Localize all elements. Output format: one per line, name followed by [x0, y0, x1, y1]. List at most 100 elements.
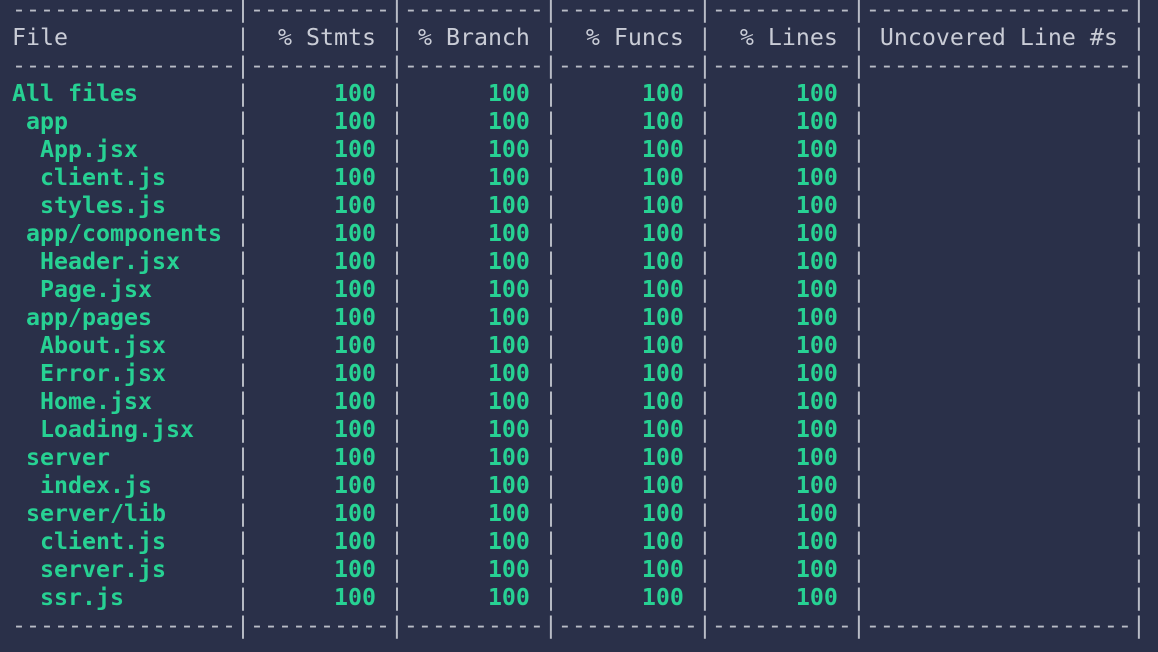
- column-divider: |: [235, 556, 250, 583]
- cell-lines: 100: [711, 500, 852, 527]
- cell-uncovered: [866, 80, 1132, 107]
- column-divider: |: [543, 388, 558, 415]
- cell-lines: 100: [711, 192, 852, 219]
- table-row: App.jsx | 100 | 100 | 100 | 100 | |: [12, 136, 1146, 164]
- column-divider: |: [851, 584, 866, 611]
- column-divider: |: [851, 556, 866, 583]
- cell-funcs: 100: [557, 220, 698, 247]
- cell-funcs: 100: [557, 164, 698, 191]
- column-divider: |: [851, 80, 866, 107]
- column-divider: |: [697, 136, 712, 163]
- column-divider: |: [697, 500, 712, 527]
- cell-stmts: 100: [249, 500, 390, 527]
- cell-file: server.js: [12, 556, 236, 583]
- cell-stmts: 100: [249, 444, 390, 471]
- cell-stmts: 100: [249, 472, 390, 499]
- cell-uncovered: [866, 248, 1132, 275]
- cell-stmts: 100: [249, 304, 390, 331]
- table-row: styles.js | 100 | 100 | 100 | 100 | |: [12, 192, 1146, 220]
- column-divider: |: [389, 416, 404, 443]
- column-divider: |: [697, 388, 712, 415]
- table-row: app/pages | 100 | 100 | 100 | 100 | |: [12, 304, 1146, 332]
- cell-stmts: 100: [249, 388, 390, 415]
- cell-funcs: 100: [557, 444, 698, 471]
- column-divider: |: [697, 220, 712, 247]
- cell-file: client.js: [12, 164, 236, 191]
- column-divider: |: [389, 192, 404, 219]
- cell-funcs: 100: [557, 556, 698, 583]
- column-divider: |: [1131, 444, 1146, 471]
- cell-branch: 100: [403, 472, 544, 499]
- column-divider: |: [697, 304, 712, 331]
- column-divider: |: [543, 304, 558, 331]
- header-funcs: % Funcs: [557, 24, 698, 51]
- column-divider: |: [851, 304, 866, 331]
- column-divider: |: [235, 192, 250, 219]
- column-divider: |: [235, 472, 250, 499]
- cell-lines: 100: [711, 332, 852, 359]
- column-divider: |: [543, 192, 558, 219]
- table-row: client.js | 100 | 100 | 100 | 100 | |: [12, 528, 1146, 556]
- cell-branch: 100: [403, 80, 544, 107]
- column-divider: |: [235, 220, 250, 247]
- cell-branch: 100: [403, 584, 544, 611]
- cell-stmts: 100: [249, 248, 390, 275]
- cell-lines: 100: [711, 220, 852, 247]
- column-divider: |: [389, 276, 404, 303]
- column-divider: |: [235, 388, 250, 415]
- column-divider: |: [851, 528, 866, 555]
- header-file: File: [12, 24, 236, 51]
- column-divider: |: [235, 248, 250, 275]
- table-header: File | % Stmts | % Branch | % Funcs | % …: [12, 24, 1146, 52]
- column-divider: |: [697, 556, 712, 583]
- table-row: server.js | 100 | 100 | 100 | 100 | |: [12, 556, 1146, 584]
- column-divider: |: [543, 164, 558, 191]
- column-divider: |: [1131, 472, 1146, 499]
- column-divider: |: [697, 332, 712, 359]
- column-divider: |: [697, 80, 712, 107]
- table-row: Page.jsx | 100 | 100 | 100 | 100 | |: [12, 276, 1146, 304]
- column-divider: |: [1131, 192, 1146, 219]
- table-row: Loading.jsx | 100 | 100 | 100 | 100 | |: [12, 416, 1146, 444]
- column-divider: |: [235, 444, 250, 471]
- column-divider: |: [543, 416, 558, 443]
- cell-uncovered: [866, 164, 1132, 191]
- column-divider: |: [851, 136, 866, 163]
- column-divider: |: [697, 164, 712, 191]
- cell-lines: 100: [711, 472, 852, 499]
- cell-branch: 100: [403, 304, 544, 331]
- column-divider: |: [235, 80, 250, 107]
- separator-line: ----------------|----------|----------|-…: [12, 0, 1146, 23]
- cell-branch: 100: [403, 108, 544, 135]
- cell-uncovered: [866, 108, 1132, 135]
- cell-branch: 100: [403, 192, 544, 219]
- cell-lines: 100: [711, 276, 852, 303]
- cell-uncovered: [866, 388, 1132, 415]
- column-divider: |: [389, 584, 404, 611]
- cell-branch: 100: [403, 416, 544, 443]
- cell-uncovered: [866, 304, 1132, 331]
- cell-uncovered: [866, 360, 1132, 387]
- cell-stmts: 100: [249, 192, 390, 219]
- table-row: Home.jsx | 100 | 100 | 100 | 100 | |: [12, 388, 1146, 416]
- cell-file: Page.jsx: [12, 276, 236, 303]
- table-row: app/components | 100 | 100 | 100 | 100 |…: [12, 220, 1146, 248]
- cell-branch: 100: [403, 220, 544, 247]
- cell-file: Loading.jsx: [12, 416, 236, 443]
- column-divider: |: [851, 248, 866, 275]
- header-branch: % Branch: [403, 24, 544, 51]
- cell-stmts: 100: [249, 276, 390, 303]
- coverage-report-table: ----------------|----------|----------|-…: [12, 0, 1146, 640]
- column-divider: |: [235, 164, 250, 191]
- cell-stmts: 100: [249, 528, 390, 555]
- cell-funcs: 100: [557, 500, 698, 527]
- cell-file: app/pages: [12, 304, 236, 331]
- column-divider: |: [1131, 220, 1146, 247]
- column-divider: |: [697, 416, 712, 443]
- header-lines: % Lines: [711, 24, 852, 51]
- cell-stmts: 100: [249, 332, 390, 359]
- header-uncovered: Uncovered Line #s: [865, 24, 1132, 51]
- cell-file: Home.jsx: [12, 388, 236, 415]
- cell-funcs: 100: [557, 192, 698, 219]
- cell-lines: 100: [711, 528, 852, 555]
